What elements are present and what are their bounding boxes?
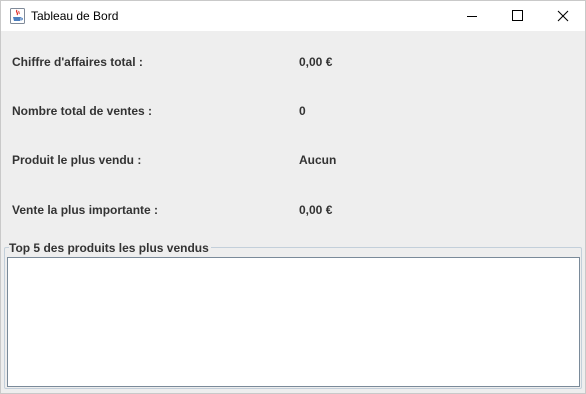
total-sales-label: Nombre total de ventes :: [12, 104, 153, 118]
top-products-text-area[interactable]: [7, 257, 580, 387]
close-icon: [557, 10, 569, 22]
java-coffee-icon[interactable]: [10, 8, 25, 24]
largest-sale-value: 0,00 €: [299, 203, 333, 217]
minimize-icon: [467, 16, 477, 17]
largest-sale-label: Vente la plus importante :: [12, 203, 159, 217]
best-seller-value: Aucun: [299, 153, 337, 167]
dashboard-window: Tableau de Bord Chiffre d'affaires total…: [0, 0, 586, 394]
best-seller-label: Produit le plus vendu :: [12, 153, 142, 167]
window-title: Tableau de Bord: [31, 9, 119, 23]
minimize-button[interactable]: [449, 1, 495, 31]
dashboard-content: Chiffre d'affaires total : 0,00 € Nombre…: [1, 31, 585, 393]
maximize-button[interactable]: [495, 1, 541, 31]
total-revenue-label: Chiffre d'affaires total :: [12, 55, 143, 69]
total-sales-value: 0: [299, 104, 306, 118]
title-bar[interactable]: Tableau de Bord: [1, 1, 585, 31]
top-products-title: Top 5 des produits les plus vendus: [9, 241, 211, 255]
total-revenue-value: 0,00 €: [299, 55, 333, 69]
maximize-icon: [512, 10, 523, 21]
close-button[interactable]: [540, 1, 586, 31]
